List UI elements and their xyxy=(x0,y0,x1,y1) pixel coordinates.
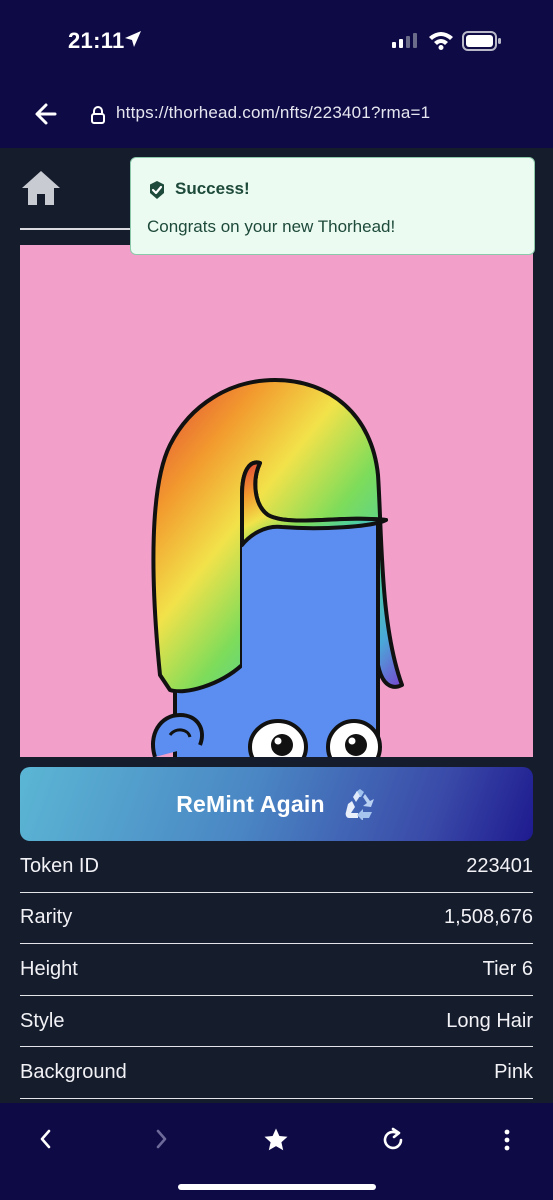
battery-icon xyxy=(462,31,501,51)
reload-icon[interactable] xyxy=(380,1127,406,1153)
nft-image xyxy=(20,245,533,757)
status-bar: 21:11 xyxy=(0,0,553,84)
attribute-row-height: Height Tier 6 xyxy=(20,944,533,996)
more-icon[interactable] xyxy=(502,1127,512,1153)
wifi-icon xyxy=(429,32,453,50)
back-icon[interactable] xyxy=(37,1127,55,1151)
url-text[interactable]: https://thorhead.com/nfts/223401?rma=1 xyxy=(116,103,430,123)
attribute-value: Long Hair xyxy=(446,1009,533,1032)
remint-again-button[interactable]: ReMint Again xyxy=(20,767,533,841)
location-arrow-icon xyxy=(125,31,141,47)
star-icon[interactable] xyxy=(263,1127,289,1153)
back-arrow-icon[interactable] xyxy=(34,100,58,128)
attribute-row-style: Style Long Hair xyxy=(20,996,533,1048)
browser-url-bar: https://thorhead.com/nfts/223401?rma=1 xyxy=(0,84,553,148)
page-content: ReMint Again Token ID 223401 Rarity 1,50… xyxy=(0,148,553,1103)
attribute-label: Token ID xyxy=(20,854,99,877)
attribute-value: Pink xyxy=(494,1061,533,1084)
toast-message: Congrats on your new Thorhead! xyxy=(147,217,396,236)
recycle-icon xyxy=(345,789,374,820)
status-time: 21:11 xyxy=(68,28,125,53)
toast-title: Success! xyxy=(175,179,250,198)
home-icon[interactable] xyxy=(20,168,62,208)
attribute-row-background: Background Pink xyxy=(20,1047,533,1099)
attribute-value: Tier 6 xyxy=(482,957,533,980)
attribute-row-rarity: Rarity 1,508,676 xyxy=(20,893,533,945)
thorhead-character xyxy=(151,378,404,757)
attribute-label: Style xyxy=(20,1009,65,1032)
home-indicator xyxy=(178,1184,376,1190)
attribute-label: Background xyxy=(20,1061,127,1084)
attribute-label: Rarity xyxy=(20,906,73,929)
attribute-list: Token ID 223401 Rarity 1,508,676 Height … xyxy=(20,841,533,1099)
attribute-label: Height xyxy=(20,957,78,980)
attribute-value: 1,508,676 xyxy=(444,906,533,929)
attribute-row-token-id: Token ID 223401 xyxy=(20,841,533,893)
attribute-value: 223401 xyxy=(466,854,533,877)
forward-icon[interactable] xyxy=(152,1127,170,1151)
success-toast[interactable]: Success! Congrats on your new Thorhead! xyxy=(130,157,535,255)
lock-icon xyxy=(91,106,105,124)
signal-icon xyxy=(392,32,417,48)
remint-label: ReMint Again xyxy=(176,790,325,817)
check-badge-icon xyxy=(150,181,164,199)
